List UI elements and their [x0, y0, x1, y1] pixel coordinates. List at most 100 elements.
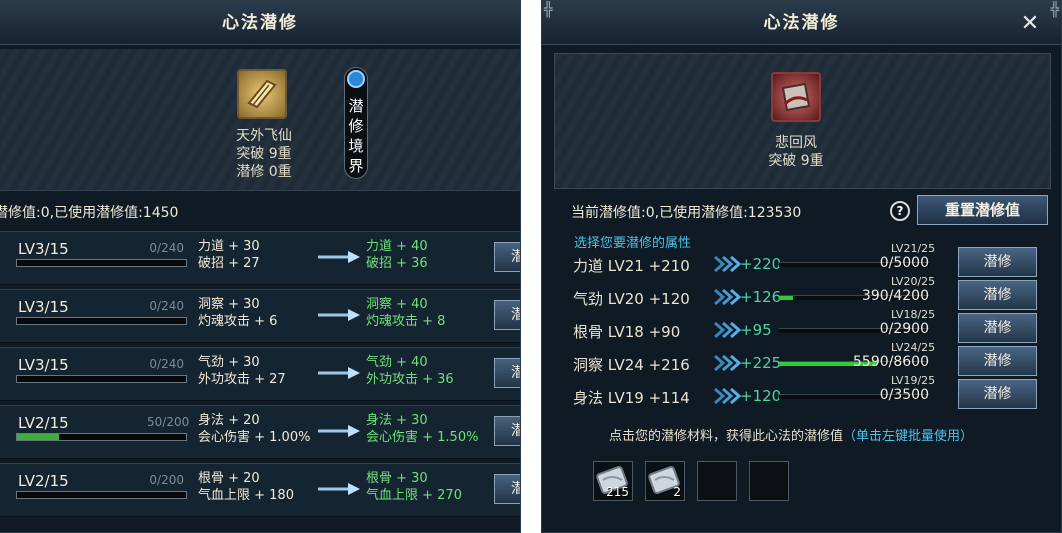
materials-info: 点击您的潜修材料，获得此心法的潜修值（单击左键批量使用） [609, 425, 973, 444]
row-next-stats: 气劲 + 40 外功攻击 + 36 [366, 354, 454, 388]
chevron-right-icon [714, 322, 742, 338]
upgrade-arrow-icon [318, 251, 360, 263]
attribute-name: 力道 LV21 +210 [573, 257, 690, 275]
next-stat-2: 气血上限 + 270 [366, 488, 462, 503]
right-attribute-row: 气劲 LV20 +120 +126 390/4200 LV20/25 潜修 [573, 275, 1053, 311]
right-item-name: 悲回风 [775, 135, 817, 151]
current-stat-2: 破招 + 27 [198, 256, 260, 271]
close-button[interactable]: ✕ [1017, 11, 1043, 37]
left-attribute-row: LV3/15 0/240 洞察 + 30 灼魂攻击 + 6 洞察 + 40 灼魂攻击 + … [0, 289, 520, 343]
row-current-stats: 根骨 + 20 气血上限 + 180 [198, 470, 294, 504]
row-level: LV3/15 [18, 298, 69, 316]
cultivate-button[interactable]: 潜修 [958, 247, 1037, 277]
right-attribute-row: 洞察 LV24 +216 +225 5590/8600 LV24/25 潜修 [573, 341, 1053, 377]
upgrade-arrow-icon [318, 309, 360, 321]
technique-scroll-icon[interactable] [237, 69, 287, 119]
chevron-right-icon [714, 256, 742, 272]
attribute-progress: 0/5000 [879, 255, 929, 271]
row-next-stats: 根骨 + 30 气血上限 + 270 [366, 470, 462, 504]
help-icon[interactable]: ? [890, 201, 910, 221]
row-next-stats: 洞察 + 40 灼魂攻击 + 8 [366, 296, 445, 330]
material-count: 2 [673, 485, 681, 499]
row-current-stats: 洞察 + 30 灼魂攻击 + 6 [198, 296, 277, 330]
next-stat-2: 会心伤害 + 1.50% [366, 430, 479, 445]
next-stat-1: 洞察 + 40 [366, 297, 428, 312]
cultivate-button[interactable]: 潜 [494, 416, 520, 446]
cultivate-button[interactable]: 潜 [494, 242, 520, 272]
material-slot[interactable] [697, 461, 737, 501]
attribute-level: LV20/25 [891, 275, 936, 288]
row-level: LV2/15 [18, 414, 69, 432]
left-cultivation-panel: 心法潜修 天外飞仙 突破 9重 潜修 0重 潜修境界 潜修值:0,已使用潜修值:… [0, 0, 521, 533]
attribute-increase: +225 [740, 354, 782, 372]
material-slot[interactable]: 2 [645, 461, 685, 501]
attribute-progress: 390/4200 [861, 288, 929, 304]
left-attribute-row: LV2/15 0/200 根骨 + 20 气血上限 + 180 根骨 + 30 气血上限 … [0, 463, 520, 517]
left-item-name: 天外飞仙 [236, 128, 292, 144]
row-progress: 0/240 [149, 299, 184, 313]
row-current-stats: 力道 + 30 破招 + 27 [198, 238, 260, 272]
right-top-area: 悲回风 突破 9重 [554, 53, 1051, 189]
row-progress: 0/240 [149, 357, 184, 371]
row-next-stats: 身法 + 30 会心伤害 + 1.50% [366, 412, 478, 446]
realm-button-label: 潜修境界 [348, 97, 364, 175]
material-count: 215 [606, 485, 629, 499]
magnifier-icon [347, 70, 365, 88]
row-progress-bar [16, 375, 187, 383]
left-item-info: 天外飞仙 突破 9重 潜修 0重 [214, 127, 314, 181]
current-stat-1: 洞察 + 30 [198, 297, 260, 312]
material-slot[interactable]: 215 [593, 461, 633, 501]
upgrade-arrow-icon [318, 483, 360, 495]
attribute-level: LV19/25 [891, 374, 936, 387]
row-progress-fill [17, 434, 60, 440]
attribute-progress: 0/3500 [879, 387, 929, 403]
right-panel-title: 心法潜修 [542, 1, 1061, 45]
material-slot[interactable] [749, 461, 789, 501]
cultivate-button[interactable]: 潜修 [958, 313, 1037, 343]
right-attribute-row: 根骨 LV18 +90 +95 0/2900 LV18/25 潜修 [573, 308, 1053, 344]
attribute-increase: +120 [740, 387, 782, 405]
row-level: LV3/15 [18, 356, 69, 374]
cultivate-button[interactable]: 潜 [494, 358, 520, 388]
reset-cultivation-button[interactable]: 重置潜修值 [917, 195, 1048, 225]
row-progress: 50/200 [147, 415, 190, 429]
realm-button[interactable]: 潜修境界 [344, 67, 368, 179]
row-progress-bar [16, 491, 187, 499]
materials-highlight: （单击左键批量使用） [843, 429, 974, 444]
row-progress-bar [16, 317, 187, 325]
right-item-breakthrough: 突破 9重 [768, 153, 824, 169]
left-item-cultivation: 潜修 0重 [236, 164, 292, 180]
attribute-name: 洞察 LV24 +216 [573, 356, 690, 374]
right-value-line: 当前潜修值:0,已使用潜修值:123530 [571, 205, 802, 221]
cultivate-button[interactable]: 潜 [494, 474, 520, 504]
attribute-increase: +126 [740, 288, 782, 306]
technique-book-icon[interactable] [771, 72, 821, 122]
row-progress-bar [16, 259, 187, 267]
attribute-name: 气劲 LV20 +120 [573, 290, 690, 308]
right-cultivation-panel: 心法潜修 ╬ ╬ ✕ 悲回风 突破 9重 当前潜修值:0,已使用潜修值:1235… [541, 0, 1062, 533]
corner-ornament-icon: ╬ [1050, 2, 1059, 18]
current-stat-2: 会心伤害 + 1.00% [198, 430, 311, 445]
chevron-right-icon [714, 388, 742, 404]
row-current-stats: 身法 + 20 会心伤害 + 1.00% [198, 412, 310, 446]
cultivate-button[interactable]: 潜修 [958, 280, 1037, 310]
right-attribute-row: 身法 LV19 +114 +120 0/3500 LV19/25 潜修 [573, 374, 1053, 410]
row-progress-bar [16, 433, 187, 441]
corner-ornament-icon: ╬ [544, 2, 553, 18]
row-progress: 0/200 [149, 473, 184, 487]
left-attribute-row: LV3/15 0/240 气劲 + 30 外功攻击 + 27 气劲 + 40 外功攻击 +… [0, 347, 520, 401]
materials-text: 点击您的潜修材料，获得此心法的潜修值 [609, 429, 844, 444]
row-level: LV3/15 [18, 240, 69, 258]
attribute-name: 根骨 LV18 +90 [573, 323, 681, 341]
current-stat-2: 外功攻击 + 27 [198, 372, 286, 387]
cultivate-button[interactable]: 潜修 [958, 346, 1037, 376]
cultivate-button[interactable]: 潜修 [958, 379, 1037, 409]
attribute-level: LV24/25 [891, 341, 936, 354]
left-top-area: 天外飞仙 突破 9重 潜修 0重 [0, 49, 520, 191]
cultivate-button[interactable]: 潜 [494, 300, 520, 330]
left-value-line: 潜修值:0,已使用潜修值:1450 [0, 205, 179, 221]
next-stat-1: 身法 + 30 [366, 413, 428, 428]
attribute-progress-fill [779, 296, 793, 300]
upgrade-arrow-icon [318, 425, 360, 437]
chevron-right-icon [714, 289, 742, 305]
